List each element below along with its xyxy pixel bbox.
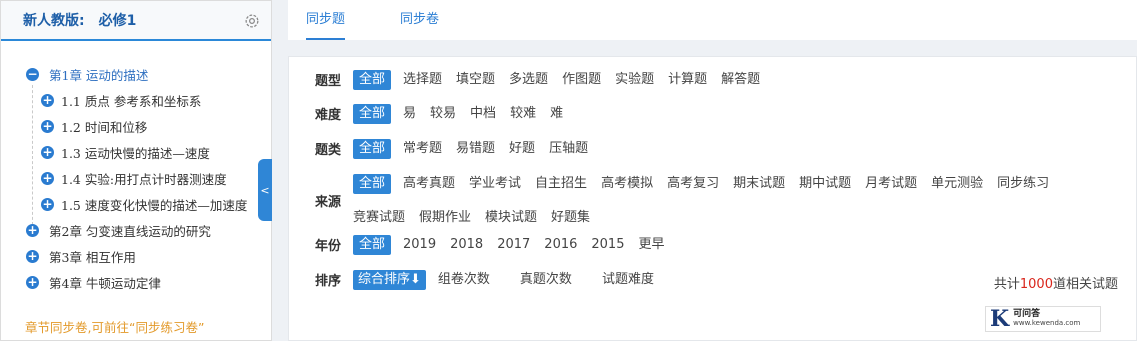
filter-option[interactable]: 好题 xyxy=(509,139,535,159)
book-label: 必修1 xyxy=(98,13,137,29)
filter-row-source: 来源 全部 高考真题 学业考试 自主招生 高考模拟 高考复习 期末试题 期中试题… xyxy=(315,174,1123,228)
plus-circle-icon[interactable]: + xyxy=(41,119,54,133)
filter-option[interactable]: 2015 xyxy=(591,235,624,255)
tab-sync-questions[interactable]: 同步题 xyxy=(306,0,346,40)
plus-circle-icon[interactable]: + xyxy=(41,145,54,159)
filter-option[interactable]: 自主招生 xyxy=(535,174,587,194)
gear-icon[interactable] xyxy=(243,12,261,30)
filter-option[interactable]: 2016 xyxy=(544,235,577,255)
filter-option[interactable]: 月考试题 xyxy=(865,174,917,194)
chapter-tree: − 第1章 运动的描述 +1.1 质点 参考系和坐标系 +1.2 时间和位移 +1… xyxy=(1,41,271,295)
watermark-logo: K xyxy=(990,306,1010,332)
filter-option[interactable]: 全部 xyxy=(353,235,392,255)
plus-circle-icon[interactable]: + xyxy=(41,171,54,185)
tree-section-1-4[interactable]: +1.4 实验:用打点计时器测速度 xyxy=(1,165,271,191)
watermark-url: www.kewenda.com xyxy=(1013,319,1081,327)
sidebar-header: 新人教版: 必修1 xyxy=(1,1,271,41)
filter-row-sort: 排序 综合排序⬇ 组卷次数 真题次数 试题难度 xyxy=(315,270,668,290)
tab-bar: 同步题 同步卷 xyxy=(288,0,1137,40)
filter-option[interactable]: 较难 xyxy=(510,104,536,124)
filter-option[interactable]: 压轴题 xyxy=(549,139,588,159)
filter-label: 年份 xyxy=(315,239,342,254)
filter-option[interactable]: 2017 xyxy=(497,235,530,255)
filter-option[interactable]: 学业考试 xyxy=(469,174,521,194)
filter-option[interactable]: 期中试题 xyxy=(799,174,851,194)
filter-option[interactable]: 假期作业 xyxy=(419,208,471,228)
tree-section-1-5[interactable]: +1.5 速度变化快慢的描述—加速度 xyxy=(1,191,271,217)
collapse-sidebar-button[interactable]: < xyxy=(258,159,272,221)
minus-circle-icon[interactable]: − xyxy=(26,67,39,81)
tree-section-1-1[interactable]: +1.1 质点 参考系和坐标系 xyxy=(1,87,271,113)
filter-row-year: 年份 全部 2019 2018 2017 2016 2015 更早 xyxy=(315,235,679,255)
plus-circle-icon[interactable]: + xyxy=(26,275,39,289)
filter-option[interactable]: 较易 xyxy=(430,104,456,124)
filter-option[interactable]: 模块试题 xyxy=(485,208,537,228)
filter-panel: 题型 全部 选择题 填空题 多选题 作图题 实验题 计算题 解答题 难度 全部 … xyxy=(288,56,1137,341)
filter-option[interactable]: 高考复习 xyxy=(667,174,719,194)
filter-option[interactable]: 易 xyxy=(403,104,416,124)
filter-option[interactable]: 全部 xyxy=(353,139,392,159)
filter-option[interactable]: 全部 xyxy=(353,70,392,90)
filter-option[interactable]: 期末试题 xyxy=(733,174,785,194)
plus-circle-icon[interactable]: + xyxy=(41,197,54,211)
filter-option[interactable]: 填空题 xyxy=(456,70,495,90)
watermark-name: 可问答 xyxy=(1013,309,1041,319)
sort-option[interactable]: 真题次数 xyxy=(520,270,572,290)
filter-row-category: 题类 全部 常考题 易错题 好题 压轴题 xyxy=(315,139,602,159)
chapter-sidebar: 新人教版: 必修1 − 第1章 运动的描述 +1.1 质点 参考系和坐标系 +1.2… xyxy=(0,0,272,341)
filter-option[interactable]: 全部 xyxy=(353,104,392,124)
filter-option[interactable]: 高考模拟 xyxy=(601,174,653,194)
edition-label: 新人教版: xyxy=(23,13,85,29)
filter-row-difficulty: 难度 全部 易 较易 中档 较难 难 xyxy=(315,104,577,124)
filter-option[interactable]: 竞赛试题 xyxy=(353,208,405,228)
filter-option[interactable]: 解答题 xyxy=(721,70,760,90)
tree-chapter-2[interactable]: + 第2章 匀变速直线运动的研究 xyxy=(1,217,271,243)
filter-option[interactable]: 高考真题 xyxy=(403,174,455,194)
filter-option[interactable]: 多选题 xyxy=(509,70,548,90)
result-count: 共计1000道相关试题 xyxy=(993,277,1118,292)
filter-option[interactable]: 2019 xyxy=(403,235,436,255)
filter-option[interactable]: 计算题 xyxy=(668,70,707,90)
filter-label: 题类 xyxy=(315,143,342,158)
tree-chapter-3[interactable]: + 第3章 相互作用 xyxy=(1,243,271,269)
filter-label: 来源 xyxy=(315,195,342,210)
filter-option[interactable]: 作图题 xyxy=(562,70,601,90)
filter-option[interactable]: 2018 xyxy=(450,235,483,255)
filter-label: 排序 xyxy=(315,274,342,289)
filter-option[interactable]: 全部 xyxy=(353,174,392,194)
plus-circle-icon[interactable]: + xyxy=(26,249,39,263)
filter-option[interactable]: 单元测验 xyxy=(931,174,983,194)
filter-option[interactable]: 选择题 xyxy=(403,70,442,90)
filter-option[interactable]: 难 xyxy=(550,104,563,124)
filter-option[interactable]: 更早 xyxy=(638,235,664,255)
filter-option[interactable]: 好题集 xyxy=(551,208,590,228)
filter-option[interactable]: 同步练习 xyxy=(997,174,1049,194)
filter-option[interactable]: 易错题 xyxy=(456,139,495,159)
tab-sync-papers[interactable]: 同步卷 xyxy=(400,0,439,40)
filter-label: 难度 xyxy=(315,108,342,123)
filter-row-type: 题型 全部 选择题 填空题 多选题 作图题 实验题 计算题 解答题 xyxy=(315,70,774,90)
tree-chapter-4[interactable]: + 第4章 牛顿运动定律 xyxy=(1,269,271,295)
sort-option[interactable]: 组卷次数 xyxy=(438,270,490,290)
plus-circle-icon[interactable]: + xyxy=(26,223,39,237)
filter-option[interactable]: 中档 xyxy=(470,104,496,124)
site-watermark: K 可问答 www.kewenda.com xyxy=(985,306,1101,332)
tree-section-1-2[interactable]: +1.2 时间和位移 xyxy=(1,113,271,139)
sort-option[interactable]: 试题难度 xyxy=(602,270,654,290)
sort-option-default[interactable]: 综合排序⬇ xyxy=(353,270,426,290)
tree-chapter-1[interactable]: − 第1章 运动的描述 xyxy=(1,61,271,87)
filter-option[interactable]: 常考题 xyxy=(403,139,442,159)
sync-paper-link[interactable]: 章节同步卷,可前往“同步练习卷” xyxy=(25,317,204,336)
plus-circle-icon[interactable]: + xyxy=(41,93,54,107)
tree-section-1-3[interactable]: +1.3 运动快慢的描述—速度 xyxy=(1,139,271,165)
textbook-title[interactable]: 新人教版: 必修1 xyxy=(23,10,136,30)
filter-option[interactable]: 实验题 xyxy=(615,70,654,90)
filter-label: 题型 xyxy=(315,74,342,89)
